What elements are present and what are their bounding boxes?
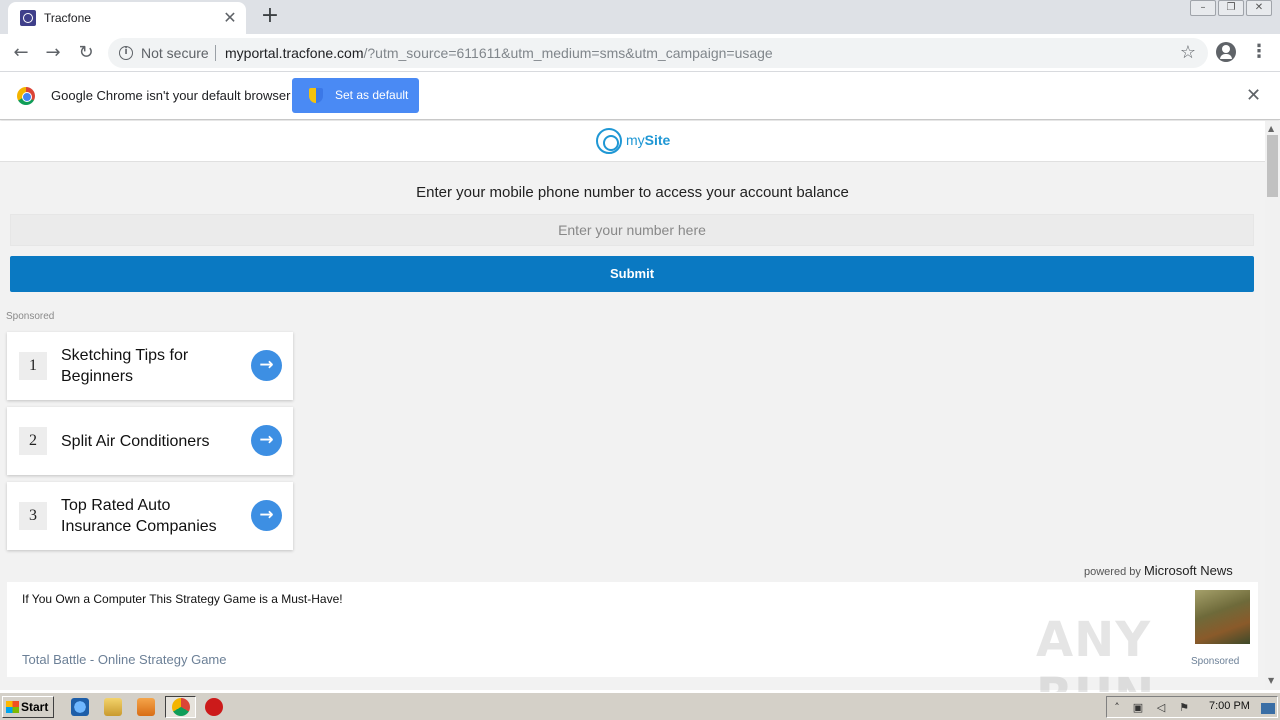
phone-number-input[interactable]: Enter your number here bbox=[10, 214, 1254, 246]
address-bar[interactable]: i Not secure myportal.tracfone.com/?utm_… bbox=[108, 38, 1208, 68]
tab-title: Tracfone bbox=[44, 11, 91, 25]
microsoft-news-label: Microsoft News bbox=[1143, 563, 1233, 578]
network-icon[interactable]: ▣ bbox=[1131, 701, 1145, 714]
volume-icon[interactable]: ◁ bbox=[1154, 701, 1168, 714]
new-tab-button[interactable]: + bbox=[258, 5, 282, 29]
balance-prompt: Enter your mobile phone number to access… bbox=[416, 184, 849, 201]
arrow-right-icon[interactable]: → bbox=[251, 350, 282, 381]
minimize-button[interactable]: – bbox=[1190, 0, 1216, 16]
ad-card[interactable]: 2 Split Air Conditioners → bbox=[7, 407, 293, 475]
site-header: mySite bbox=[0, 121, 1265, 162]
powered-by-label: powered by Microsoft News bbox=[1084, 563, 1233, 578]
internet-explorer-icon[interactable] bbox=[71, 698, 89, 716]
system-tray: ˄ ▣ ◁ ⚑ 7:00 PM bbox=[1106, 696, 1278, 718]
chrome-menu-icon[interactable]: ⋮ bbox=[1250, 41, 1268, 65]
ad-title[interactable]: Split Air Conditioners bbox=[61, 431, 241, 452]
scroll-down-icon[interactable]: ▼ bbox=[1268, 676, 1274, 685]
arrow-right-icon[interactable]: → bbox=[251, 425, 282, 456]
file-explorer-icon[interactable] bbox=[104, 698, 122, 716]
ad-title[interactable]: Top Rated Auto Insurance Companies bbox=[61, 495, 231, 537]
set-as-default-label: Set as default bbox=[335, 88, 409, 102]
stop-sign-icon[interactable] bbox=[205, 698, 223, 716]
tracfone-favicon-icon bbox=[20, 10, 36, 26]
page-content: mySite Enter your mobile phone number to… bbox=[0, 121, 1265, 690]
news-source[interactable]: Total Battle - Online Strategy Game bbox=[22, 652, 226, 667]
info-icon[interactable]: i bbox=[119, 46, 133, 60]
default-browser-infobar: Google Chrome isn't your default browser… bbox=[0, 72, 1280, 120]
bookmark-star-icon[interactable]: ☆ bbox=[1180, 42, 1196, 63]
browser-toolbar: ← → ↻ i Not secure myportal.tracfone.com… bbox=[0, 34, 1280, 72]
ad-title[interactable]: Sketching Tips for Beginners bbox=[61, 345, 231, 387]
action-center-flag-icon[interactable]: ⚑ bbox=[1177, 701, 1191, 714]
url-text[interactable]: myportal.tracfone.com/?utm_source=611611… bbox=[225, 45, 773, 61]
browser-tab[interactable]: Tracfone ✕ bbox=[8, 2, 246, 34]
site-logo-text[interactable]: mySite bbox=[626, 132, 670, 148]
show-desktop-icon[interactable] bbox=[1261, 703, 1275, 714]
sponsored-label: Sponsored bbox=[6, 311, 55, 322]
restore-button[interactable]: ❐ bbox=[1218, 0, 1244, 16]
tray-expand-icon[interactable]: ˄ bbox=[1110, 701, 1124, 714]
arrow-right-icon[interactable]: → bbox=[251, 500, 282, 531]
page-scrollbar[interactable]: ▲ ▼ bbox=[1265, 121, 1280, 690]
security-label[interactable]: Not secure bbox=[141, 45, 209, 61]
infobar-message: Google Chrome isn't your default browser bbox=[51, 88, 291, 103]
infobar-close-icon[interactable]: ✕ bbox=[1246, 85, 1261, 106]
window-close-button[interactable]: ✕ bbox=[1246, 0, 1272, 16]
ad-number: 3 bbox=[19, 502, 47, 530]
ad-number: 1 bbox=[19, 352, 47, 380]
chrome-logo-icon bbox=[17, 87, 35, 105]
ad-card[interactable]: 1 Sketching Tips for Beginners → bbox=[7, 332, 293, 400]
url-host: myportal.tracfone.com bbox=[225, 45, 364, 61]
tab-close-icon[interactable]: ✕ bbox=[220, 8, 240, 28]
uac-shield-icon bbox=[309, 88, 323, 103]
windows-logo-icon bbox=[6, 701, 19, 713]
windows-taskbar: Start ˄ ▣ ◁ ⚑ 7:00 PM bbox=[0, 692, 1280, 720]
start-label: Start bbox=[21, 700, 49, 714]
submit-button[interactable]: Submit bbox=[10, 256, 1254, 292]
mysite-logo-icon[interactable] bbox=[596, 128, 622, 154]
chrome-icon bbox=[172, 698, 190, 716]
reload-icon[interactable]: ↻ bbox=[74, 41, 98, 65]
start-button[interactable]: Start bbox=[2, 696, 54, 718]
back-arrow-icon[interactable]: ← bbox=[9, 41, 33, 65]
scroll-thumb[interactable] bbox=[1267, 135, 1278, 197]
url-query: /?utm_source=611611&utm_medium=sms&utm_c… bbox=[363, 45, 773, 61]
window-controls: – ❐ ✕ bbox=[1190, 0, 1272, 18]
tab-strip: Tracfone ✕ + – ❐ ✕ bbox=[0, 0, 1280, 34]
news-headline[interactable]: If You Own a Computer This Strategy Game… bbox=[22, 592, 343, 606]
address-separator bbox=[215, 45, 216, 61]
profile-avatar-icon[interactable] bbox=[1216, 42, 1236, 62]
chrome-taskbar-button[interactable] bbox=[165, 696, 196, 718]
ad-number: 2 bbox=[19, 427, 47, 455]
taskbar-clock[interactable]: 7:00 PM bbox=[1209, 700, 1250, 712]
set-as-default-button[interactable]: Set as default bbox=[292, 78, 419, 113]
media-player-icon[interactable] bbox=[137, 698, 155, 716]
scroll-up-icon[interactable]: ▲ bbox=[1268, 124, 1274, 133]
forward-arrow-icon[interactable]: → bbox=[41, 41, 65, 65]
ad-card[interactable]: 3 Top Rated Auto Insurance Companies → bbox=[7, 482, 293, 550]
